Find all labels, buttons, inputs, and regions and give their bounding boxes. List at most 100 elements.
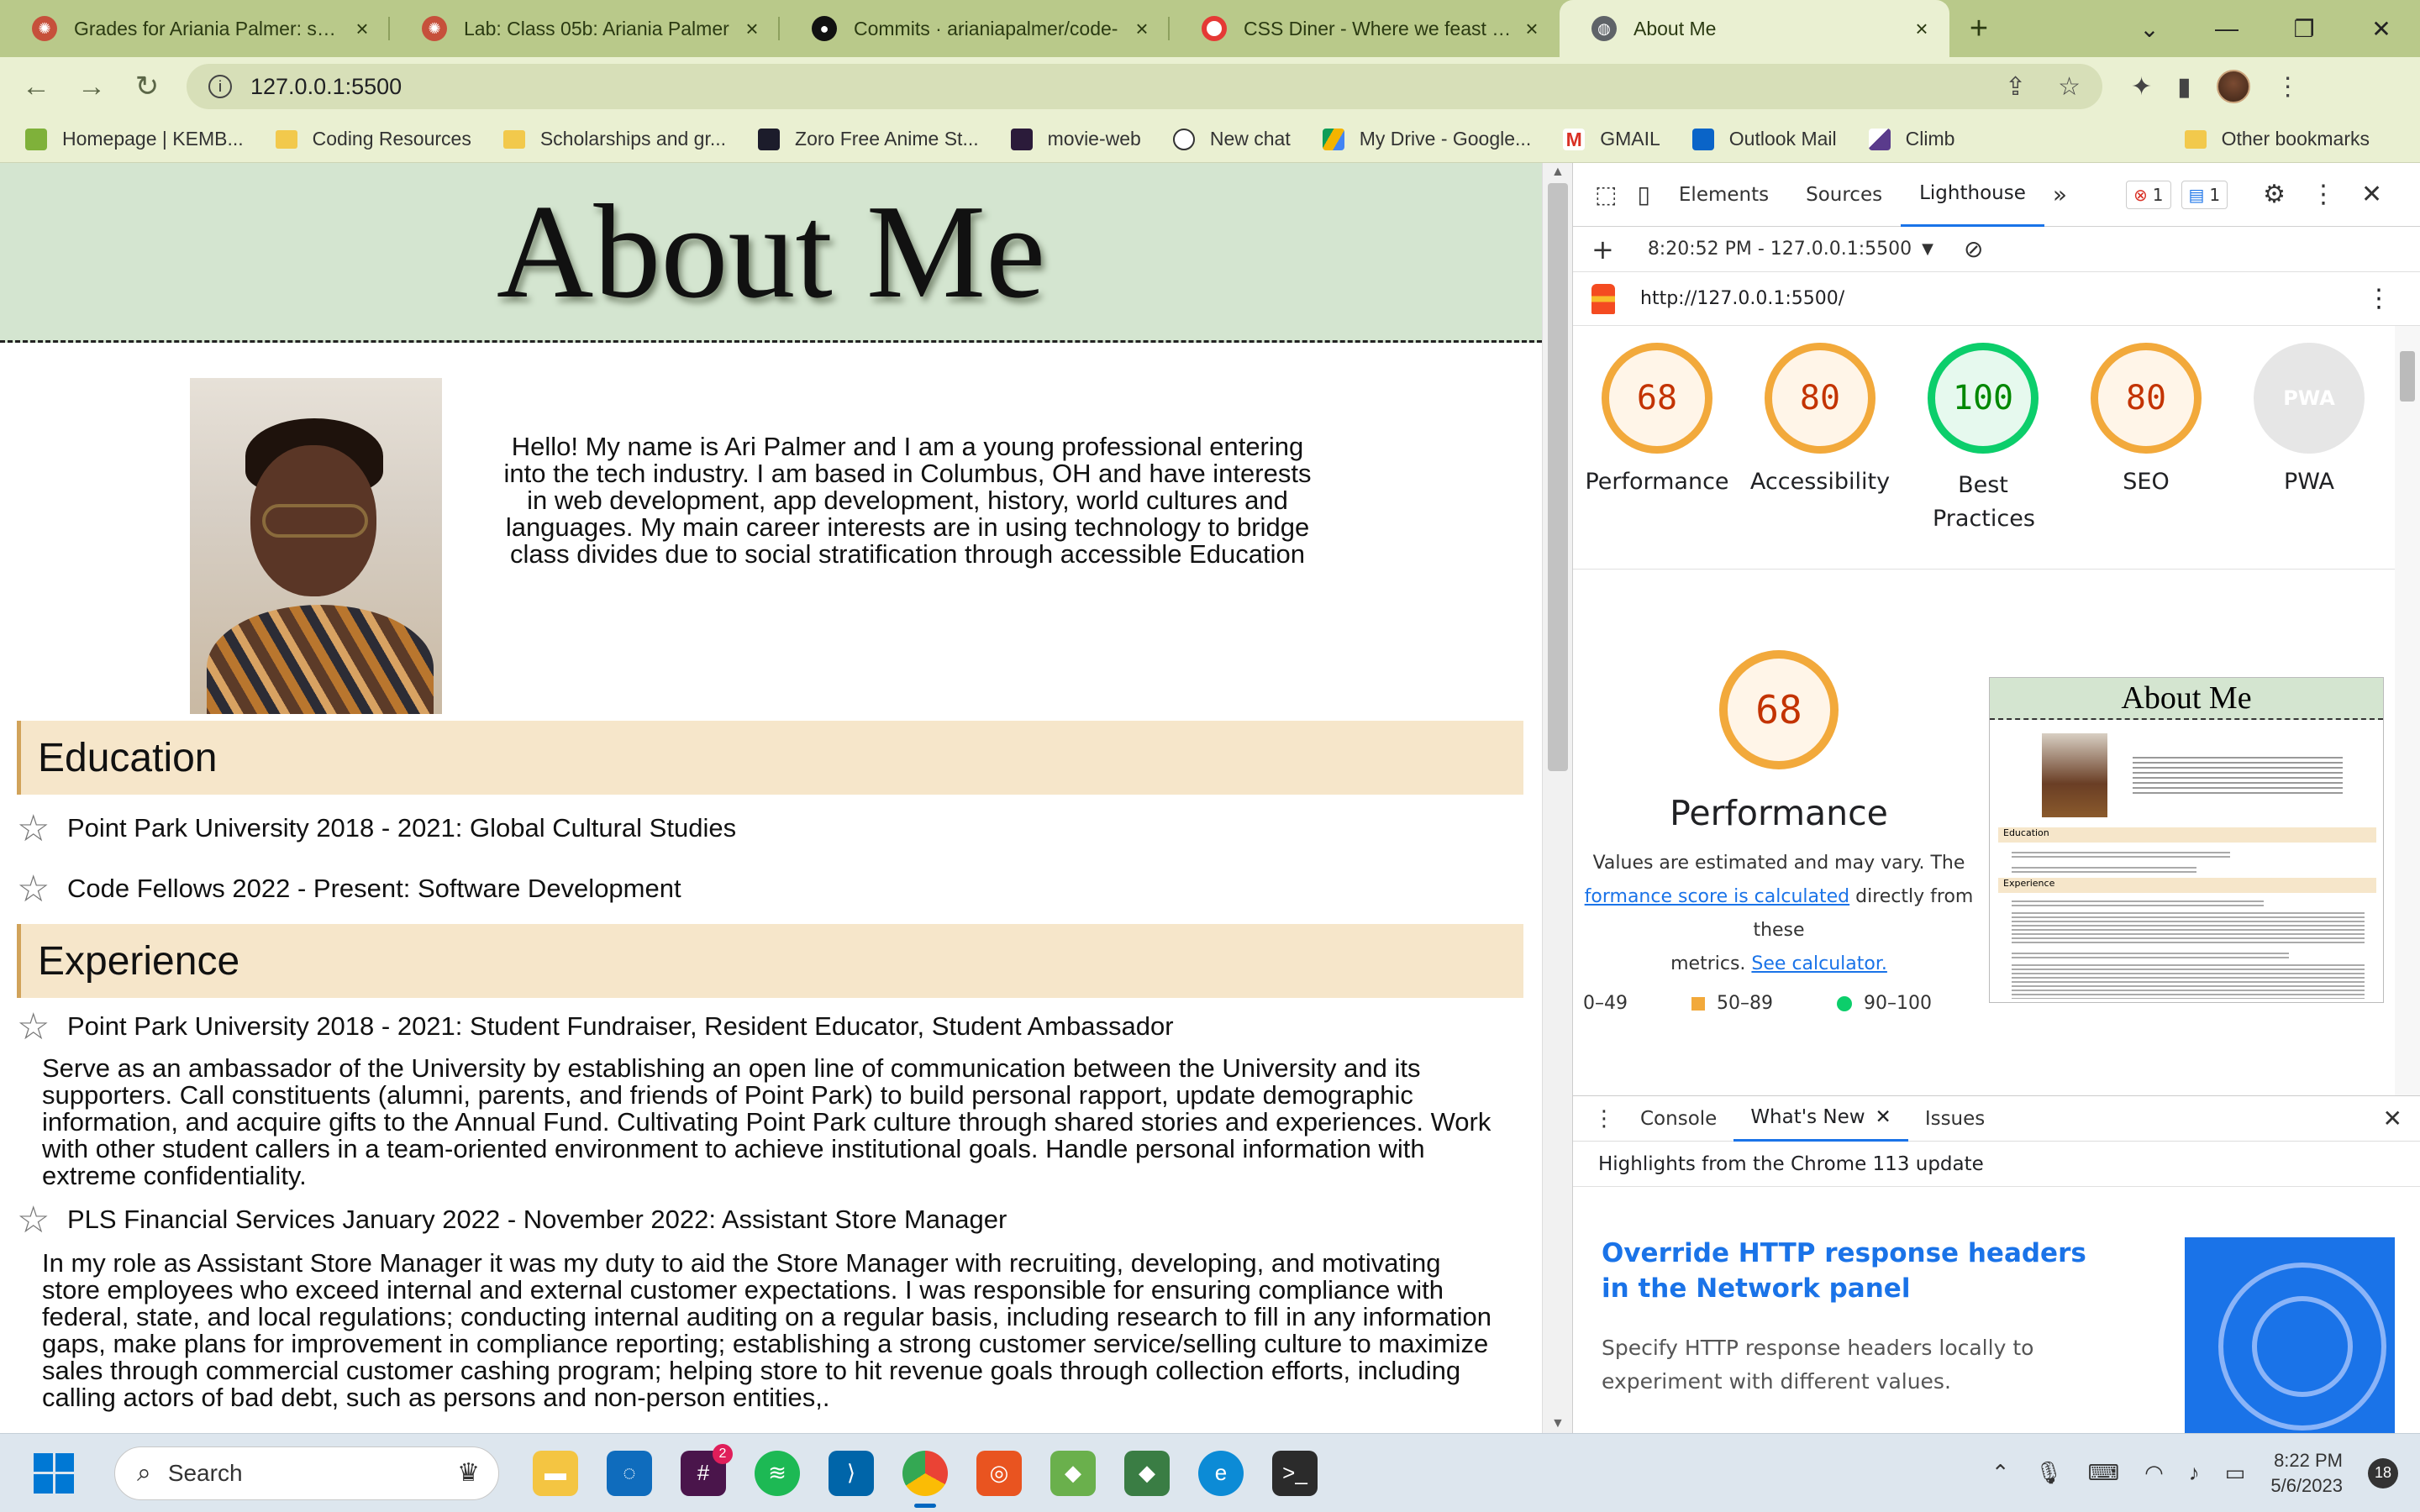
taskbar-search[interactable]: ⌕ Search ♛: [114, 1446, 499, 1500]
canvas-icon: ✺: [422, 16, 447, 41]
tab-issues[interactable]: Issues: [1908, 1096, 2002, 1142]
tab-grades[interactable]: ✺ Grades for Ariania Palmer: seatt ×: [0, 0, 390, 57]
keyboard-icon[interactable]: ⌨: [2088, 1460, 2120, 1486]
tab-elements[interactable]: Elements: [1660, 163, 1787, 227]
bookmark-climb[interactable]: Climb: [1868, 128, 1954, 150]
close-icon[interactable]: ×: [1909, 16, 1934, 42]
tab-lab[interactable]: ✺ Lab: Class 05b: Ariania Palmer ×: [390, 0, 780, 57]
bookmark-homepage[interactable]: Homepage | KEMB...: [25, 128, 244, 150]
search-highlight-icon: ♛: [457, 1459, 480, 1487]
site-info-icon[interactable]: i: [208, 75, 232, 98]
bookmark-drive[interactable]: My Drive - Google...: [1322, 128, 1531, 150]
messages-badge[interactable]: ▤ 1: [2181, 180, 2228, 209]
spotify-icon[interactable]: ≋: [755, 1450, 800, 1496]
report-selector[interactable]: 8:20:52 PM - 127.0.0.1:5500: [1648, 239, 1912, 260]
bookmark-zoro[interactable]: Zoro Free Anime St...: [758, 128, 979, 150]
new-report-icon[interactable]: +: [1591, 234, 1614, 265]
gauge-accessibility[interactable]: 80 Accessibility: [1736, 343, 1904, 495]
forward-button[interactable]: →: [64, 71, 119, 103]
battery-icon[interactable]: ▭: [2225, 1460, 2246, 1486]
minimize-button[interactable]: —: [2188, 0, 2265, 57]
chrome-icon[interactable]: [902, 1450, 948, 1508]
dell-support-icon[interactable]: ◌: [607, 1450, 652, 1496]
close-icon[interactable]: ×: [1519, 16, 1544, 42]
dropdown-arrow-icon[interactable]: ▼: [1922, 240, 1933, 258]
ubuntu-icon[interactable]: ◎: [976, 1450, 1022, 1496]
bookmark-gmail[interactable]: M GMAIL: [1563, 128, 1660, 150]
tab-search-icon[interactable]: ⌄: [2111, 0, 2188, 57]
address-bar[interactable]: i 127.0.0.1:5500 ⇪ ☆: [187, 64, 2102, 109]
page-scrollbar[interactable]: ▲ ▼: [1542, 163, 1572, 1433]
gauge-pwa[interactable]: PWA PWA: [2225, 343, 2393, 495]
more-tabs-icon[interactable]: »: [2044, 181, 2075, 208]
slack-icon[interactable]: #2: [681, 1443, 733, 1496]
notification-badge[interactable]: 18: [2368, 1457, 2398, 1488]
tab-lighthouse[interactable]: Lighthouse: [1901, 163, 2044, 227]
see-calculator-link[interactable]: See calculator.: [1751, 953, 1886, 974]
tab-commits[interactable]: ● Commits · arianiapalmer/code- ×: [780, 0, 1170, 57]
gauge-performance[interactable]: 68 Performance: [1573, 343, 1741, 495]
windows-start-icon[interactable]: [34, 1452, 74, 1494]
share-icon[interactable]: ⇪: [2005, 72, 2026, 102]
vscode-icon[interactable]: ⟩: [829, 1450, 874, 1496]
scroll-thumb[interactable]: [1548, 183, 1568, 771]
settings-gear-icon[interactable]: ⚙: [2263, 180, 2286, 209]
microphone-icon[interactable]: 🎙: [2035, 1460, 2063, 1486]
tab-console[interactable]: Console: [1623, 1096, 1733, 1142]
other-bookmarks[interactable]: Other bookmarks: [2184, 128, 2370, 150]
sims-alt-icon[interactable]: ◆: [1124, 1450, 1170, 1496]
close-icon[interactable]: ×: [739, 16, 765, 42]
bookmark-new-chat[interactable]: New chat: [1172, 128, 1291, 150]
tab-about-me[interactable]: ◍ About Me ×: [1560, 0, 1949, 57]
gauge-seo[interactable]: 80 SEO: [2062, 343, 2230, 495]
scroll-up-icon[interactable]: ▲: [1551, 165, 1565, 180]
bookmark-movie-web[interactable]: movie-web: [1010, 128, 1141, 150]
file-explorer-icon[interactable]: ▬: [533, 1450, 578, 1496]
lighthouse-toolbar: + 8:20:52 PM - 127.0.0.1:5500 ▼ ⊘: [1573, 227, 2420, 272]
tab-css-diner[interactable]: CSS Diner - Where we feast on ×: [1170, 0, 1560, 57]
back-button[interactable]: ←: [8, 71, 64, 103]
profile-avatar[interactable]: [2216, 70, 2250, 103]
scroll-down-icon[interactable]: ▼: [1551, 1416, 1565, 1431]
devtools-scrollbar[interactable]: [2395, 326, 2420, 1095]
close-icon[interactable]: ×: [350, 16, 375, 42]
restore-button[interactable]: ❐: [2265, 0, 2343, 57]
feature-title-link[interactable]: Override HTTP response headers in the Ne…: [1602, 1236, 2123, 1306]
wifi-icon[interactable]: ◠: [2144, 1460, 2164, 1486]
tab-whats-new[interactable]: What's New ✕: [1733, 1096, 1908, 1142]
extensions-icon[interactable]: ✦: [2131, 72, 2152, 102]
sims-icon[interactable]: ◆: [1050, 1450, 1096, 1496]
bookmark-scholarships[interactable]: Scholarships and gr...: [502, 128, 726, 150]
edge-icon[interactable]: e: [1198, 1450, 1244, 1496]
bookmark-coding-resources[interactable]: Coding Resources: [275, 128, 471, 150]
close-icon[interactable]: ✕: [1876, 1106, 1891, 1128]
device-toolbar-icon[interactable]: ▯: [1627, 181, 1660, 208]
score-calculated-link[interactable]: formance score is calculated: [1585, 886, 1849, 907]
close-icon[interactable]: ×: [1129, 16, 1155, 42]
bookmark-outlook[interactable]: Outlook Mail: [1691, 128, 1837, 150]
close-drawer-icon[interactable]: ✕: [2383, 1105, 2402, 1132]
terminal-icon[interactable]: >_: [1272, 1450, 1318, 1496]
errors-badge[interactable]: ⊗ 1: [2126, 180, 2171, 209]
clear-icon[interactable]: ⊘: [1964, 235, 1983, 263]
tab-sources[interactable]: Sources: [1787, 163, 1901, 227]
volume-icon[interactable]: ♪: [2189, 1460, 2200, 1486]
drawer-menu-icon[interactable]: ⋮: [1585, 1106, 1623, 1131]
gauge-label: PWA: [2284, 469, 2334, 495]
side-panel-icon[interactable]: ▮: [2177, 72, 2191, 102]
final-screenshot-thumbnail[interactable]: About Me Education Experience: [1989, 677, 2384, 1003]
scroll-thumb[interactable]: [2400, 351, 2415, 402]
chevron-up-icon[interactable]: ⌃: [1991, 1460, 2010, 1486]
new-tab-button[interactable]: +: [1949, 0, 2008, 57]
orange-square-icon: [1691, 996, 1705, 1011]
clock[interactable]: 8:22 PM 5/6/2023: [2270, 1448, 2343, 1499]
gauge-best-practices[interactable]: 100 Best Practices: [1899, 343, 2067, 536]
inspect-icon[interactable]: ⬚: [1585, 181, 1627, 208]
more-options-icon[interactable]: ⋮: [2311, 180, 2336, 209]
reload-button[interactable]: ↻: [119, 70, 175, 103]
bookmark-star-icon[interactable]: ☆: [2058, 72, 2081, 102]
menu-icon[interactable]: ⋮: [2275, 72, 2301, 102]
close-devtools-icon[interactable]: ✕: [2361, 180, 2382, 209]
close-window-button[interactable]: ✕: [2343, 0, 2420, 57]
report-menu-icon[interactable]: ⋮: [2366, 284, 2391, 313]
